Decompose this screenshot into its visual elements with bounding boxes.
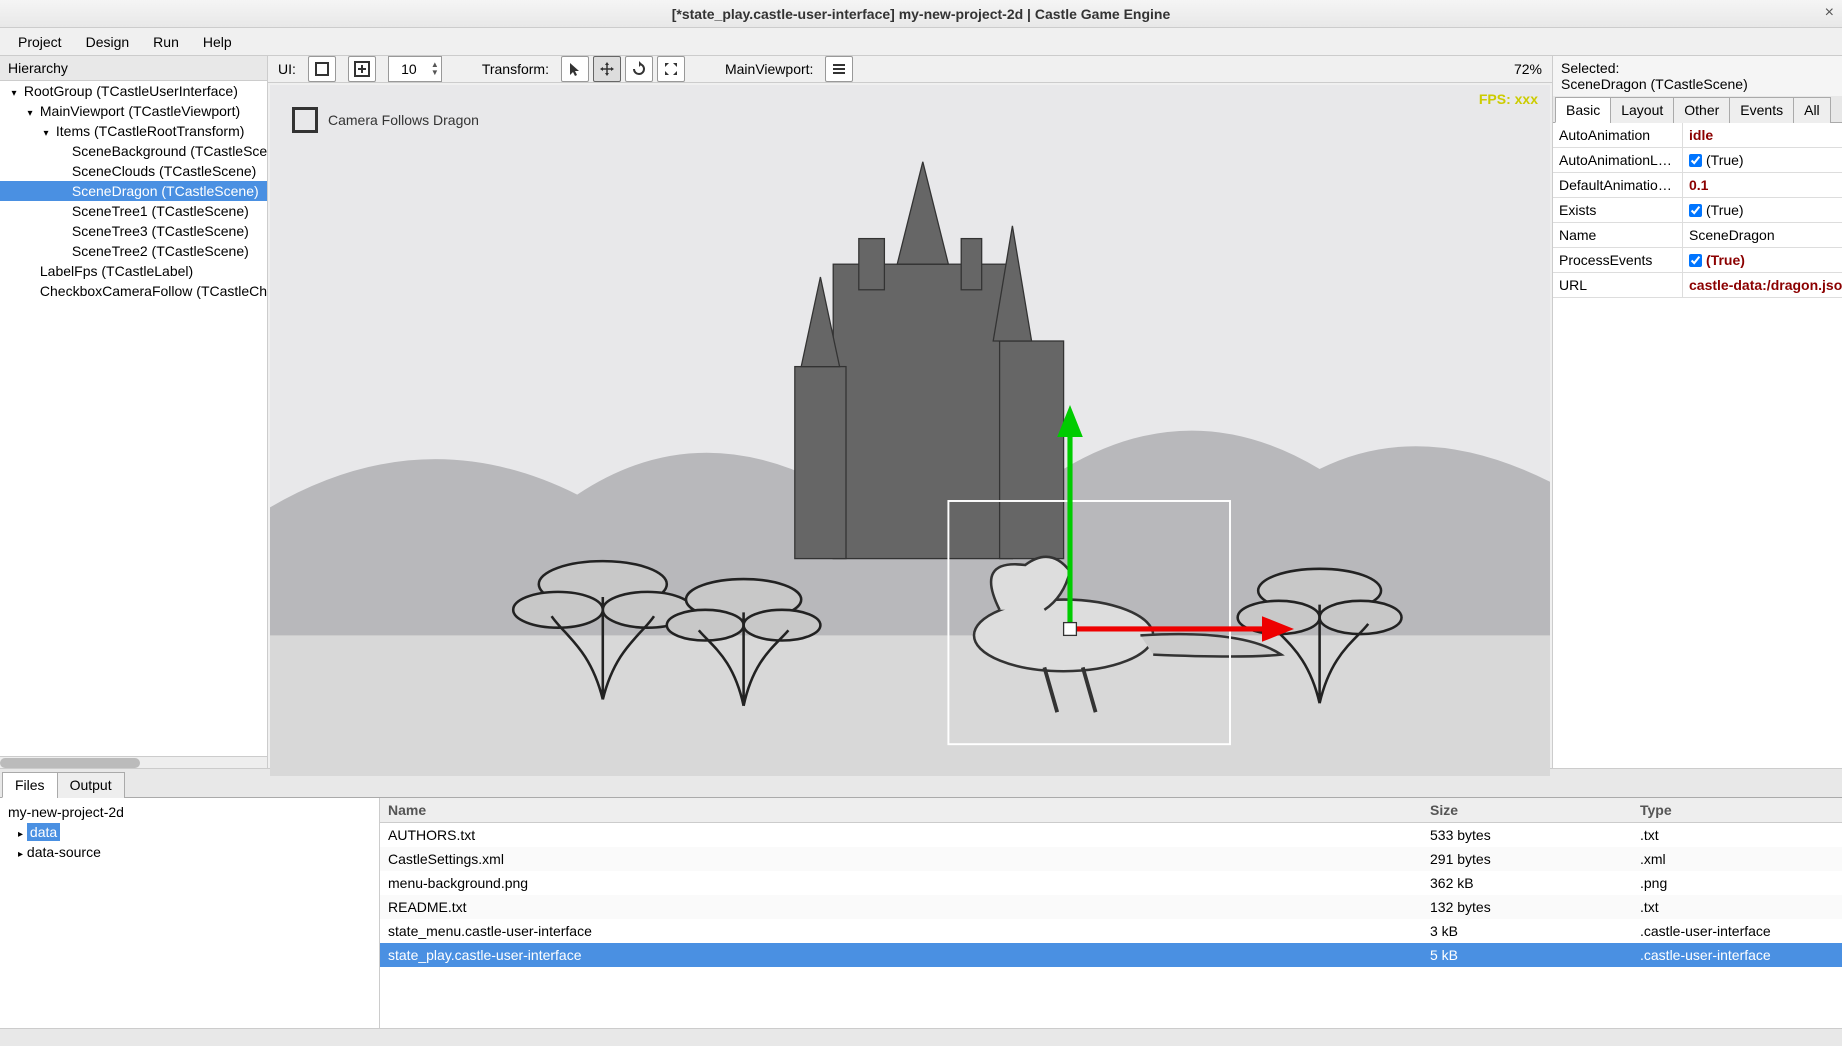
file-row[interactable]: state_play.castle-user-interface5 kB.cas…: [380, 943, 1842, 967]
property-row[interactable]: URLcastle-data:/dragon.json: [1553, 273, 1842, 298]
property-name: Name: [1553, 223, 1683, 247]
select-tool-button[interactable]: [561, 56, 589, 82]
tab-events[interactable]: Events: [1729, 97, 1794, 123]
hierarchy-item[interactable]: SceneTree1 (TCastleScene): [0, 201, 267, 221]
camera-follow-checkbox[interactable]: Camera Follows Dragon: [292, 107, 479, 133]
hierarchy-header: Hierarchy: [0, 56, 267, 81]
statusbar: [0, 1028, 1842, 1046]
property-row[interactable]: AutoAnimationidle: [1553, 123, 1842, 148]
hierarchy-item[interactable]: SceneTree3 (TCastleScene): [0, 221, 267, 241]
inspector-panel: Selected: SceneDragon (TCastleScene) Bas…: [1552, 56, 1842, 768]
hierarchy-item[interactable]: SceneClouds (TCastleScene): [0, 161, 267, 181]
property-row[interactable]: NameSceneDragon: [1553, 223, 1842, 248]
hierarchy-panel: Hierarchy ▾ RootGroup (TCastleUserInterf…: [0, 56, 268, 768]
property-name: AutoAnimationLoop: [1553, 148, 1683, 172]
ui-label: UI:: [278, 61, 296, 77]
window-title: [*state_play.castle-user-interface] my-n…: [672, 6, 1170, 22]
property-name: AutoAnimation: [1553, 123, 1683, 147]
project-root[interactable]: my-new-project-2d: [4, 802, 375, 822]
property-value[interactable]: (True): [1683, 248, 1842, 272]
file-list-header: Name Size Type: [380, 798, 1842, 823]
move-tool-button[interactable]: [593, 56, 621, 82]
hierarchy-item[interactable]: ▾ Items (TCastleRootTransform): [0, 121, 267, 141]
hierarchy-tree[interactable]: ▾ RootGroup (TCastleUserInterface)▾ Main…: [0, 81, 267, 756]
snap-input[interactable]: [389, 61, 429, 77]
col-name[interactable]: Name: [380, 798, 1422, 822]
tab-all[interactable]: All: [1793, 97, 1831, 123]
hierarchy-item[interactable]: SceneTree2 (TCastleScene): [0, 241, 267, 261]
file-tree[interactable]: my-new-project-2d ▸ data▸ data-source: [0, 798, 380, 1028]
property-row[interactable]: DefaultAnimationTransition0.1: [1553, 173, 1842, 198]
property-name: Exists: [1553, 198, 1683, 222]
rotate-tool-button[interactable]: [625, 56, 653, 82]
file-row[interactable]: README.txt132 bytes.txt: [380, 895, 1842, 919]
menu-design[interactable]: Design: [76, 30, 140, 54]
snap-spinner[interactable]: ▲▼: [388, 56, 442, 82]
hierarchy-scrollbar[interactable]: [0, 756, 267, 768]
property-value[interactable]: castle-data:/dragon.json: [1683, 273, 1842, 297]
inspector-tabs: BasicLayoutOtherEventsAll: [1553, 96, 1842, 123]
property-value[interactable]: SceneDragon: [1683, 223, 1842, 247]
checkbox-icon: [292, 107, 318, 133]
property-name: URL: [1553, 273, 1683, 297]
hierarchy-item[interactable]: SceneBackground (TCastleScene): [0, 141, 267, 161]
file-tree-item[interactable]: ▸ data: [4, 822, 375, 842]
bottom-panel: FilesOutput my-new-project-2d ▸ data▸ da…: [0, 768, 1842, 1028]
menu-help[interactable]: Help: [193, 30, 242, 54]
col-size[interactable]: Size: [1422, 798, 1632, 822]
property-value[interactable]: (True): [1683, 198, 1842, 222]
property-name: DefaultAnimationTransition: [1553, 173, 1683, 197]
hierarchy-item[interactable]: ▾ MainViewport (TCastleViewport): [0, 101, 267, 121]
viewport[interactable]: Camera Follows Dragon FPS: xxx: [270, 85, 1550, 776]
property-row[interactable]: ProcessEvents(True): [1553, 248, 1842, 273]
bottom-tab-output[interactable]: Output: [57, 772, 125, 798]
col-type[interactable]: Type: [1632, 798, 1842, 822]
transform-label: Transform:: [482, 61, 549, 77]
property-list: AutoAnimationidleAutoAnimationLoop(True)…: [1553, 123, 1842, 768]
hierarchy-item[interactable]: LabelFps (TCastleLabel): [0, 261, 267, 281]
file-list: Name Size Type AUTHORS.txt533 bytes.txtC…: [380, 798, 1842, 1028]
file-row[interactable]: AUTHORS.txt533 bytes.txt: [380, 823, 1842, 847]
tab-basic[interactable]: Basic: [1555, 97, 1611, 123]
selected-label: Selected:: [1561, 60, 1834, 76]
file-row[interactable]: CastleSettings.xml291 bytes.xml: [380, 847, 1842, 871]
camera-follow-label: Camera Follows Dragon: [328, 112, 479, 128]
center-panel: UI: ▲▼ Transform: MainViewport: 72%: [268, 56, 1552, 768]
property-row[interactable]: AutoAnimationLoop(True): [1553, 148, 1842, 173]
property-value[interactable]: idle: [1683, 123, 1842, 147]
tab-layout[interactable]: Layout: [1610, 97, 1674, 123]
property-checkbox[interactable]: [1689, 204, 1702, 217]
menubar: Project Design Run Help: [0, 28, 1842, 56]
file-row[interactable]: state_menu.castle-user-interface3 kB.cas…: [380, 919, 1842, 943]
ui-rect-button[interactable]: [308, 56, 336, 82]
file-row[interactable]: menu-background.png362 kB.png: [380, 871, 1842, 895]
fps-label: FPS: xxx: [1479, 91, 1538, 107]
toolbar: UI: ▲▼ Transform: MainViewport: 72%: [268, 56, 1552, 83]
property-row[interactable]: Exists(True): [1553, 198, 1842, 223]
mainviewport-label: MainViewport:: [725, 61, 813, 77]
hierarchy-item[interactable]: ▾ RootGroup (TCastleUserInterface): [0, 81, 267, 101]
property-checkbox[interactable]: [1689, 154, 1702, 167]
scale-tool-button[interactable]: [657, 56, 685, 82]
menu-run[interactable]: Run: [143, 30, 189, 54]
hierarchy-item[interactable]: SceneDragon (TCastleScene): [0, 181, 267, 201]
selected-value: SceneDragon (TCastleScene): [1561, 76, 1834, 92]
file-tree-item[interactable]: ▸ data-source: [4, 842, 375, 862]
property-name: ProcessEvents: [1553, 248, 1683, 272]
hierarchy-item[interactable]: CheckboxCameraFollow (TCastleCheckbox): [0, 281, 267, 301]
zoom-label: 72%: [1514, 61, 1542, 77]
property-value[interactable]: (True): [1683, 148, 1842, 172]
spinner-arrows-icon[interactable]: ▲▼: [429, 61, 441, 77]
titlebar: [*state_play.castle-user-interface] my-n…: [0, 0, 1842, 28]
bottom-tab-files[interactable]: Files: [2, 772, 58, 798]
close-icon[interactable]: ×: [1825, 4, 1834, 22]
viewport-menu-button[interactable]: [825, 56, 853, 82]
menu-project[interactable]: Project: [8, 30, 72, 54]
tab-other[interactable]: Other: [1673, 97, 1730, 123]
ui-rect-plus-button[interactable]: [348, 56, 376, 82]
property-value[interactable]: 0.1: [1683, 173, 1842, 197]
property-checkbox[interactable]: [1689, 254, 1702, 267]
